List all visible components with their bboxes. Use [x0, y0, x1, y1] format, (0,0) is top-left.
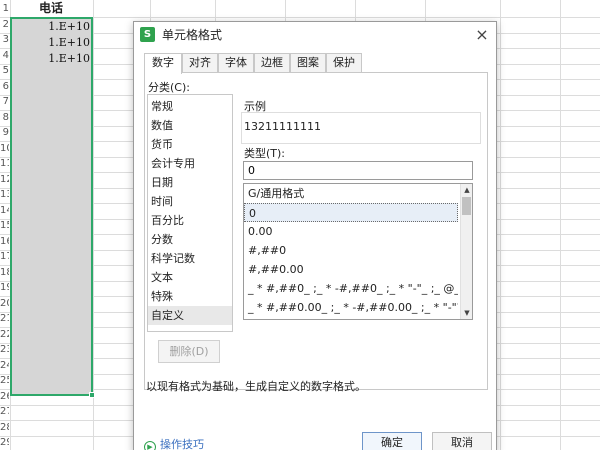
category-item[interactable]: 日期	[148, 173, 232, 192]
row-number[interactable]: 20	[0, 296, 9, 312]
category-item[interactable]: 文本	[148, 268, 232, 287]
row-number[interactable]: 11	[0, 156, 9, 172]
sample-value: 13211111111	[244, 120, 321, 133]
category-item[interactable]: 分数	[148, 230, 232, 249]
chevron-up-icon[interactable]: ▲	[461, 184, 472, 196]
sample-label: 示例	[244, 100, 266, 113]
row-number[interactable]: 24	[0, 358, 9, 374]
tips-link[interactable]: ▶ 操作技巧	[144, 436, 204, 450]
category-item[interactable]: 百分比	[148, 211, 232, 230]
tab-alignment[interactable]: 对齐	[182, 53, 218, 73]
row-number[interactable]: 28	[0, 420, 9, 436]
fill-handle[interactable]	[89, 392, 95, 398]
custom-format-hint: 以现有格式为基础，生成自定义的数字格式。	[146, 380, 366, 393]
category-list[interactable]: 常规 数值 货币 会计专用 日期 时间 百分比 分数 科学记数 文本 特殊 自定…	[147, 94, 233, 332]
format-item[interactable]: _ * #,##0_ ;_ * -#,##0_ ;_ * "-"_ ;_ @_	[244, 279, 458, 298]
tab-pattern[interactable]: 图案	[290, 53, 326, 73]
type-label: 类型(T):	[244, 147, 286, 160]
row-number[interactable]: 10	[0, 141, 9, 157]
row-number[interactable]: 27	[0, 404, 9, 420]
phone-cell[interactable]: 1.E+10	[12, 19, 90, 35]
row-number[interactable]: 23	[0, 342, 9, 358]
row-number[interactable]: 7	[0, 94, 9, 110]
tab-number[interactable]: 数字	[144, 53, 182, 74]
dialog-titlebar: S 单元格格式 ×	[134, 22, 496, 48]
delete-button[interactable]: 删除(D)	[158, 340, 220, 363]
tab-border[interactable]: 边框	[254, 53, 290, 73]
row-number[interactable]: 25	[0, 373, 9, 389]
row-number[interactable]: 8	[0, 110, 9, 126]
category-item[interactable]: 时间	[148, 192, 232, 211]
row-number[interactable]: 2	[0, 17, 9, 33]
row-number[interactable]: 14	[0, 203, 9, 219]
phone-cell[interactable]: 1.E+10	[12, 35, 90, 51]
row-number[interactable]: 3	[0, 32, 9, 48]
row-number[interactable]: 13	[0, 187, 9, 203]
row-number[interactable]: 19	[0, 280, 9, 296]
tips-link-label: 操作技巧	[160, 438, 204, 450]
row-number[interactable]: 15	[0, 218, 9, 234]
tab-protection[interactable]: 保护	[326, 53, 362, 73]
column-header-phone[interactable]: 电话	[10, 0, 92, 17]
format-item[interactable]: 0.00	[244, 222, 458, 241]
format-cells-dialog: S 单元格格式 × 数字 对齐 字体 边框 图案 保护 分类(C): 常规 数值…	[133, 21, 497, 450]
format-code-list[interactable]: G/通用格式 0 0.00 #,##0 #,##0.00 _ * #,##0_ …	[243, 183, 473, 320]
category-item[interactable]: 科学记数	[148, 249, 232, 268]
category-label: 分类(C):	[148, 81, 190, 94]
category-item-selected[interactable]: 自定义	[148, 306, 232, 325]
format-item-selected[interactable]: 0	[244, 203, 458, 222]
row-number[interactable]: 12	[0, 172, 9, 188]
ok-button[interactable]: 确定	[362, 432, 422, 450]
row-number[interactable]: 22	[0, 327, 9, 343]
format-item[interactable]: _ * #,##0.00_ ;_ * -#,##0.00_ ;_ * "-"??…	[244, 298, 458, 317]
row-number[interactable]: 17	[0, 249, 9, 265]
grid-column-line	[93, 0, 94, 450]
cancel-button[interactable]: 取消	[432, 432, 492, 450]
type-input[interactable]	[243, 161, 473, 180]
row-number[interactable]: 9	[0, 125, 9, 141]
format-list-scrollbar[interactable]: ▲ ▼	[460, 184, 472, 319]
play-circle-icon: ▶	[144, 441, 156, 450]
row-number[interactable]: 29	[0, 435, 9, 450]
row-number[interactable]: 21	[0, 311, 9, 327]
row-number[interactable]: 18	[0, 265, 9, 281]
scrollbar-thumb[interactable]	[462, 197, 471, 215]
dialog-title: 单元格格式	[162, 28, 223, 42]
format-item[interactable]: #,##0.00	[244, 260, 458, 279]
close-icon[interactable]: ×	[472, 25, 492, 45]
category-item[interactable]: 货币	[148, 135, 232, 154]
category-item[interactable]: 特殊	[148, 287, 232, 306]
row-number[interactable]: 4	[0, 48, 9, 64]
grid-column-line	[500, 0, 501, 450]
row-number[interactable]: 6	[0, 79, 9, 95]
row-number[interactable]: 16	[0, 234, 9, 250]
wps-spreadsheet-icon: S	[140, 27, 155, 42]
grid-column-line	[560, 0, 561, 450]
selected-range[interactable]	[10, 17, 93, 396]
phone-cell[interactable]: 1.E+10	[12, 51, 90, 67]
format-item[interactable]: G/通用格式	[244, 184, 458, 203]
chevron-down-icon[interactable]: ▼	[461, 307, 472, 319]
row-number[interactable]: 1	[0, 1, 9, 17]
format-item[interactable]: #,##0	[244, 241, 458, 260]
category-item[interactable]: 数值	[148, 116, 232, 135]
row-number[interactable]: 5	[0, 63, 9, 79]
category-item[interactable]: 会计专用	[148, 154, 232, 173]
row-number[interactable]: 26	[0, 389, 9, 405]
tab-font[interactable]: 字体	[218, 53, 254, 73]
category-item[interactable]: 常规	[148, 97, 232, 116]
